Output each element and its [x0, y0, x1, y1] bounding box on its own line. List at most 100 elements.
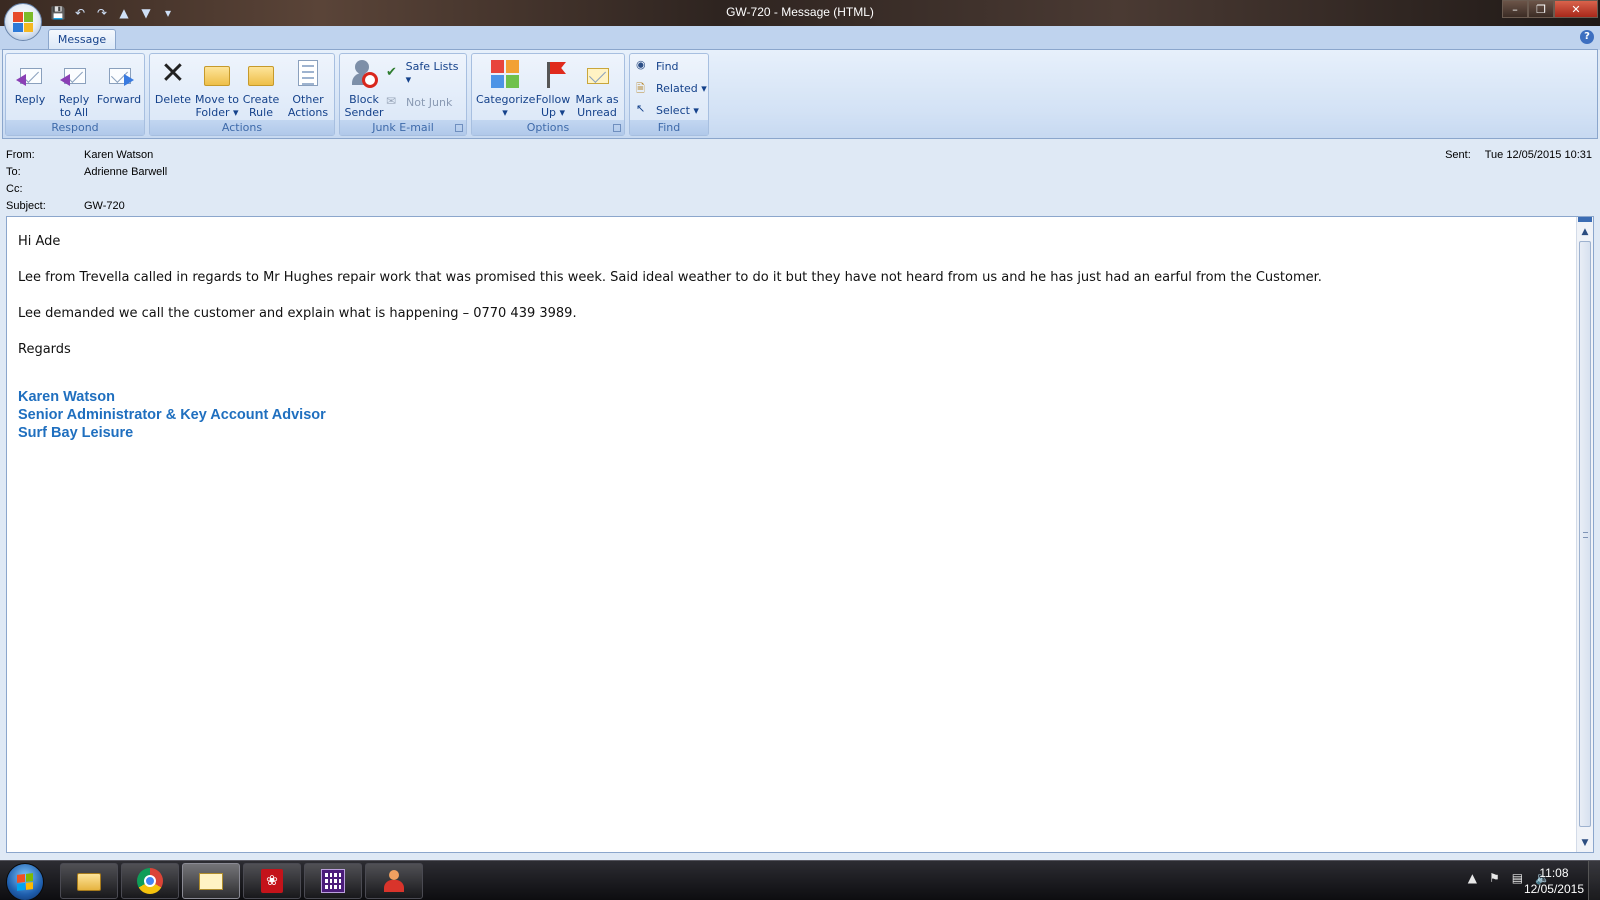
vertical-scrollbar[interactable]: ▲ ▼ — [1576, 217, 1593, 852]
split-handle[interactable] — [1578, 217, 1592, 222]
tab-message[interactable]: Message — [48, 29, 116, 50]
scroll-grip-icon — [1583, 532, 1588, 538]
reply-all-label-line1: Reply — [58, 93, 90, 106]
office-logo-icon — [13, 12, 33, 32]
categorize-button[interactable]: Categorize ▾ — [476, 58, 535, 119]
related-icon: 🗎 — [636, 82, 645, 95]
help-icon[interactable]: ? — [1580, 30, 1594, 44]
message-body[interactable]: Hi Ade Lee from Trevella called in regar… — [6, 216, 1594, 853]
safe-lists-button[interactable]: ✔ Safe Lists ▾ — [386, 60, 466, 86]
forward-icon — [103, 58, 135, 90]
network-icon[interactable]: ▤ — [1512, 871, 1523, 885]
create-rule-label-line1: Create — [242, 93, 280, 106]
office-button[interactable] — [4, 3, 42, 41]
scroll-up-arrow-icon[interactable]: ▲ — [1579, 225, 1591, 239]
binoculars-icon: ◉ — [636, 58, 646, 71]
mark-as-unread-button[interactable]: Mark as Unread — [574, 58, 620, 119]
show-hidden-icons-icon[interactable]: ▲ — [1468, 871, 1477, 885]
start-button[interactable] — [6, 863, 44, 900]
taskbar-calculator-app[interactable] — [304, 863, 362, 899]
to-row: To: Adrienne Barwell — [6, 166, 167, 181]
to-value[interactable]: Adrienne Barwell — [84, 166, 167, 181]
subject-label: Subject: — [6, 200, 46, 212]
signature: Karen Watson Senior Administrator & Key … — [18, 388, 1558, 442]
taskbar-file-explorer[interactable] — [60, 863, 118, 899]
to-label: To: — [6, 166, 21, 178]
signature-company: Surf Bay Leisure — [18, 425, 134, 441]
follow-up-flag-icon — [537, 58, 569, 90]
find-label: Find — [656, 59, 679, 73]
options-group: Categorize ▾ Follow Up ▾ Mark as Unread … — [471, 53, 625, 136]
close-button[interactable]: ✕ — [1554, 0, 1598, 18]
from-value[interactable]: Karen Watson — [84, 149, 153, 164]
ribbon-tab-row: Message ? — [0, 26, 1600, 50]
follow-up-button[interactable]: Follow Up ▾ — [534, 58, 572, 119]
respond-group: Reply Reply to All Forward Respond — [5, 53, 145, 136]
safe-lists-icon: ✔ — [386, 65, 397, 80]
block-sender-icon — [348, 58, 380, 90]
find-group-label: Find — [630, 120, 708, 135]
scroll-thumb[interactable] — [1579, 241, 1591, 827]
subject-value: GW-720 — [84, 200, 125, 212]
restore-button[interactable]: ❐ — [1528, 0, 1554, 18]
reply-label: Reply — [14, 93, 46, 106]
signature-title: Senior Administrator & Key Account Advis… — [18, 407, 326, 423]
not-junk-button[interactable]: ✉ Not Junk — [386, 93, 452, 111]
sent-label: Sent: — [1445, 149, 1471, 161]
action-center-flag-icon[interactable]: ⚑ — [1489, 871, 1500, 885]
create-rule-label-line2: Rule — [249, 106, 273, 119]
options-dialog-launcher-icon[interactable] — [613, 124, 621, 132]
find-button[interactable]: ◉ Find — [636, 57, 679, 75]
taskbar-clock[interactable]: 11:08 12/05/2015 — [1524, 865, 1584, 897]
forward-button[interactable]: Forward — [96, 58, 142, 106]
message-header: From: Karen Watson To: Adrienne Barwell … — [0, 141, 1600, 216]
create-rule-button[interactable]: Create Rule — [240, 58, 282, 119]
window-controls: – ❐ ✕ — [1502, 0, 1598, 18]
create-rule-icon — [245, 58, 277, 90]
taskbar-contacts-app[interactable] — [365, 863, 423, 899]
reply-button[interactable]: Reply — [12, 58, 48, 106]
reply-all-icon — [58, 58, 90, 90]
taskbar-outlook[interactable] — [182, 863, 240, 899]
categorize-icon — [489, 58, 521, 90]
taskbar-chrome[interactable] — [121, 863, 179, 899]
select-button[interactable]: ↖ Select ▾ — [636, 101, 699, 119]
outlook-envelope-icon — [197, 868, 225, 894]
windows-logo-icon — [17, 873, 33, 891]
ribbon: Reply Reply to All Forward Respond ✕ Del… — [2, 49, 1598, 139]
clock-date: 12/05/2015 — [1523, 882, 1584, 896]
cc-label: Cc: — [6, 183, 23, 195]
junk-email-dialog-launcher-icon[interactable] — [455, 124, 463, 132]
taskbar-adobe-reader[interactable]: ❀ — [243, 863, 301, 899]
chrome-icon — [136, 868, 164, 894]
related-label: Related ▾ — [656, 81, 707, 95]
delete-x-icon: ✕ — [160, 56, 186, 91]
paragraph-2: Lee demanded we call the customer and ex… — [18, 306, 577, 321]
sent-value: Tue 12/05/2015 10:31 — [1484, 149, 1592, 161]
categorize-label-line2: ▾ — [502, 106, 508, 119]
reply-all-button[interactable]: Reply to All — [54, 58, 94, 119]
signature-name: Karen Watson — [18, 389, 115, 405]
follow-up-label-line2: Up ▾ — [540, 106, 566, 119]
move-to-folder-button[interactable]: Move to Folder ▾ — [194, 58, 240, 119]
subject-row: Subject: GW-720 — [6, 200, 125, 215]
not-junk-icon: ✉ — [386, 94, 397, 108]
from-row: From: Karen Watson — [6, 149, 153, 164]
move-to-folder-icon — [201, 58, 233, 90]
reply-all-label-line2: to All — [59, 106, 89, 119]
sent-row: Sent: Tue 12/05/2015 10:31 — [1445, 149, 1592, 161]
closing: Regards — [18, 342, 71, 357]
junk-email-group: Block Sender ✔ Safe Lists ▾ ✉ Not Junk J… — [339, 53, 467, 136]
greeting: Hi Ade — [18, 234, 61, 249]
scroll-down-arrow-icon[interactable]: ▼ — [1579, 836, 1591, 850]
other-actions-label-line1: Other — [292, 93, 324, 106]
delete-button[interactable]: ✕ Delete — [154, 56, 192, 107]
block-sender-button[interactable]: Block Sender — [344, 58, 384, 119]
minimize-button[interactable]: – — [1502, 0, 1528, 18]
move-to-folder-label-line2: Folder ▾ — [195, 106, 239, 119]
delete-label: Delete — [154, 93, 192, 106]
follow-up-label-line1: Follow — [535, 93, 571, 106]
related-button[interactable]: 🗎 Related ▾ — [636, 79, 707, 97]
show-desktop-button[interactable] — [1588, 861, 1600, 900]
select-label: Select ▾ — [656, 103, 699, 117]
